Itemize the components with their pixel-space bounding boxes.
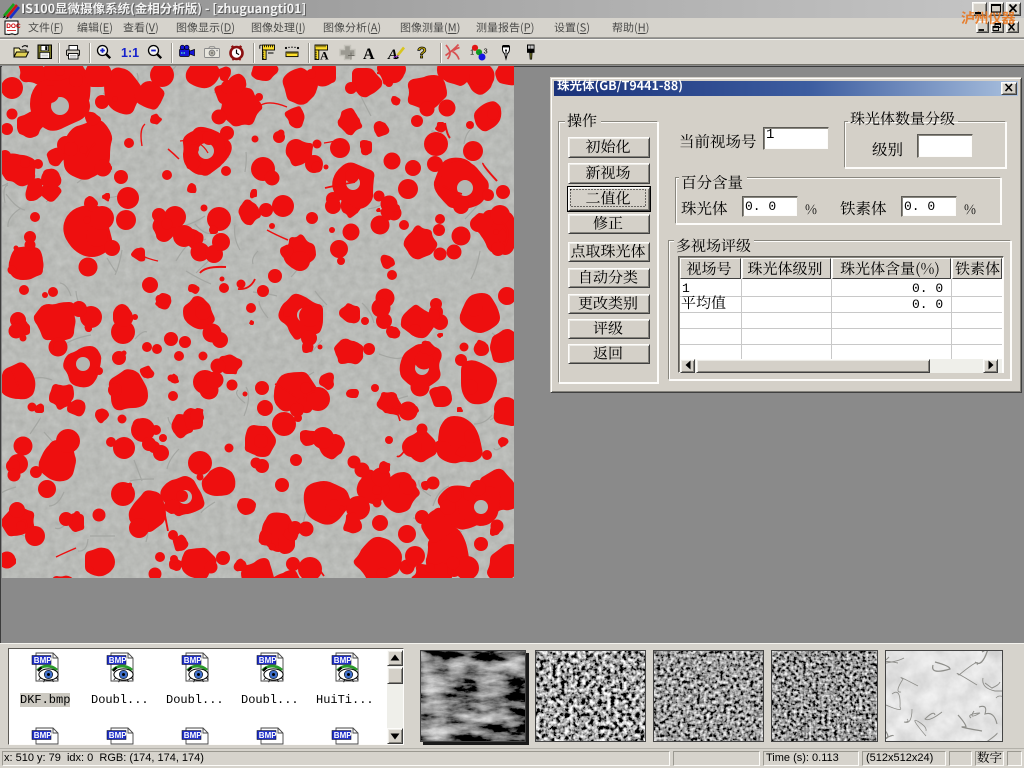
svg-text:1: 1 — [470, 48, 474, 57]
svg-text:BMP: BMP — [334, 656, 352, 665]
svg-text:BMP: BMP — [109, 731, 127, 740]
svg-text:BMP: BMP — [259, 656, 277, 665]
svg-text:A: A — [363, 46, 375, 63]
svg-text:BMP: BMP — [109, 656, 127, 665]
svg-text:BMP: BMP — [34, 656, 52, 665]
svg-text:DOC: DOC — [6, 23, 21, 30]
svg-text:?: ? — [417, 45, 427, 62]
svg-text:BMP: BMP — [184, 656, 202, 665]
svg-text:BMP: BMP — [184, 731, 202, 740]
svg-text:A: A — [320, 49, 329, 63]
svg-text:BMP: BMP — [259, 731, 277, 740]
svg-text:BMP: BMP — [34, 731, 52, 740]
svg-text:a: a — [477, 50, 481, 57]
svg-text:1:1: 1:1 — [121, 46, 139, 60]
svg-text:3: 3 — [484, 47, 488, 56]
svg-text:BMP: BMP — [334, 731, 352, 740]
svg-text:A: A — [387, 47, 398, 63]
